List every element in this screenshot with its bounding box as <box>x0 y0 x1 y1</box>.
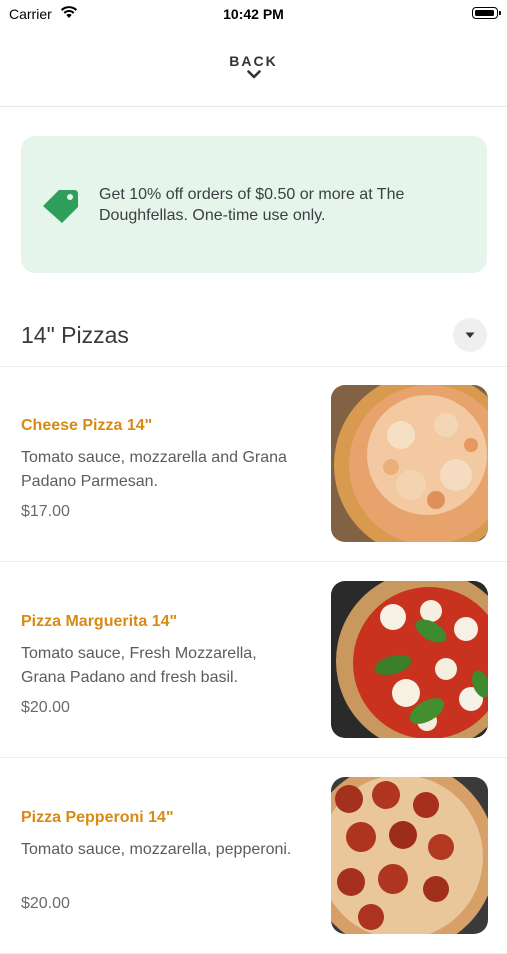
status-time: 10:42 PM <box>223 6 284 22</box>
cheese-pizza-photo[interactable] <box>331 385 488 542</box>
item-name: Cheese Pizza 14" <box>21 417 153 434</box>
item-price: $20.00 <box>21 895 70 912</box>
chevron-down-icon <box>246 70 261 79</box>
collapse-category-button[interactable] <box>453 318 487 352</box>
battery-icon <box>472 7 501 19</box>
tag-icon <box>43 190 78 223</box>
item-price: $17.00 <box>21 503 70 520</box>
item-name: Pizza Pepperoni 14" <box>21 809 174 826</box>
status-bar: Carrier 10:42 PM <box>0 0 507 28</box>
promo-banner: Get 10% off orders of $0.50 or more at T… <box>21 136 487 273</box>
menu-item[interactable]: Cheese Pizza 14" Tomato sauce, mozzarell… <box>0 366 507 562</box>
item-price: $20.00 <box>21 699 70 716</box>
back-label: BACK <box>229 53 278 69</box>
promo-text: Get 10% off orders of $0.50 or more at T… <box>99 186 405 224</box>
item-description: Tomato sauce, Fresh Mozzarella, Grana Pa… <box>21 645 257 686</box>
category-title: 14" Pizzas <box>21 322 129 348</box>
menu-item[interactable]: Pizza Marguerita 14" Tomato sauce, Fresh… <box>0 562 507 758</box>
pepperoni-pizza-photo[interactable] <box>331 777 488 934</box>
item-name: Pizza Marguerita 14" <box>21 613 178 630</box>
margherita-pizza-photo[interactable] <box>331 581 488 738</box>
back-button[interactable]: BACK <box>0 48 507 107</box>
item-description: Tomato sauce, mozzarella, pepperoni. <box>21 841 292 858</box>
category-header: 14" Pizzas <box>0 318 507 367</box>
caret-down-icon <box>465 332 475 338</box>
menu-item[interactable]: Pizza Pepperoni 14" Tomato sauce, mozzar… <box>0 758 507 954</box>
item-description: Tomato sauce, mozzarella and Grana Padan… <box>21 449 287 490</box>
